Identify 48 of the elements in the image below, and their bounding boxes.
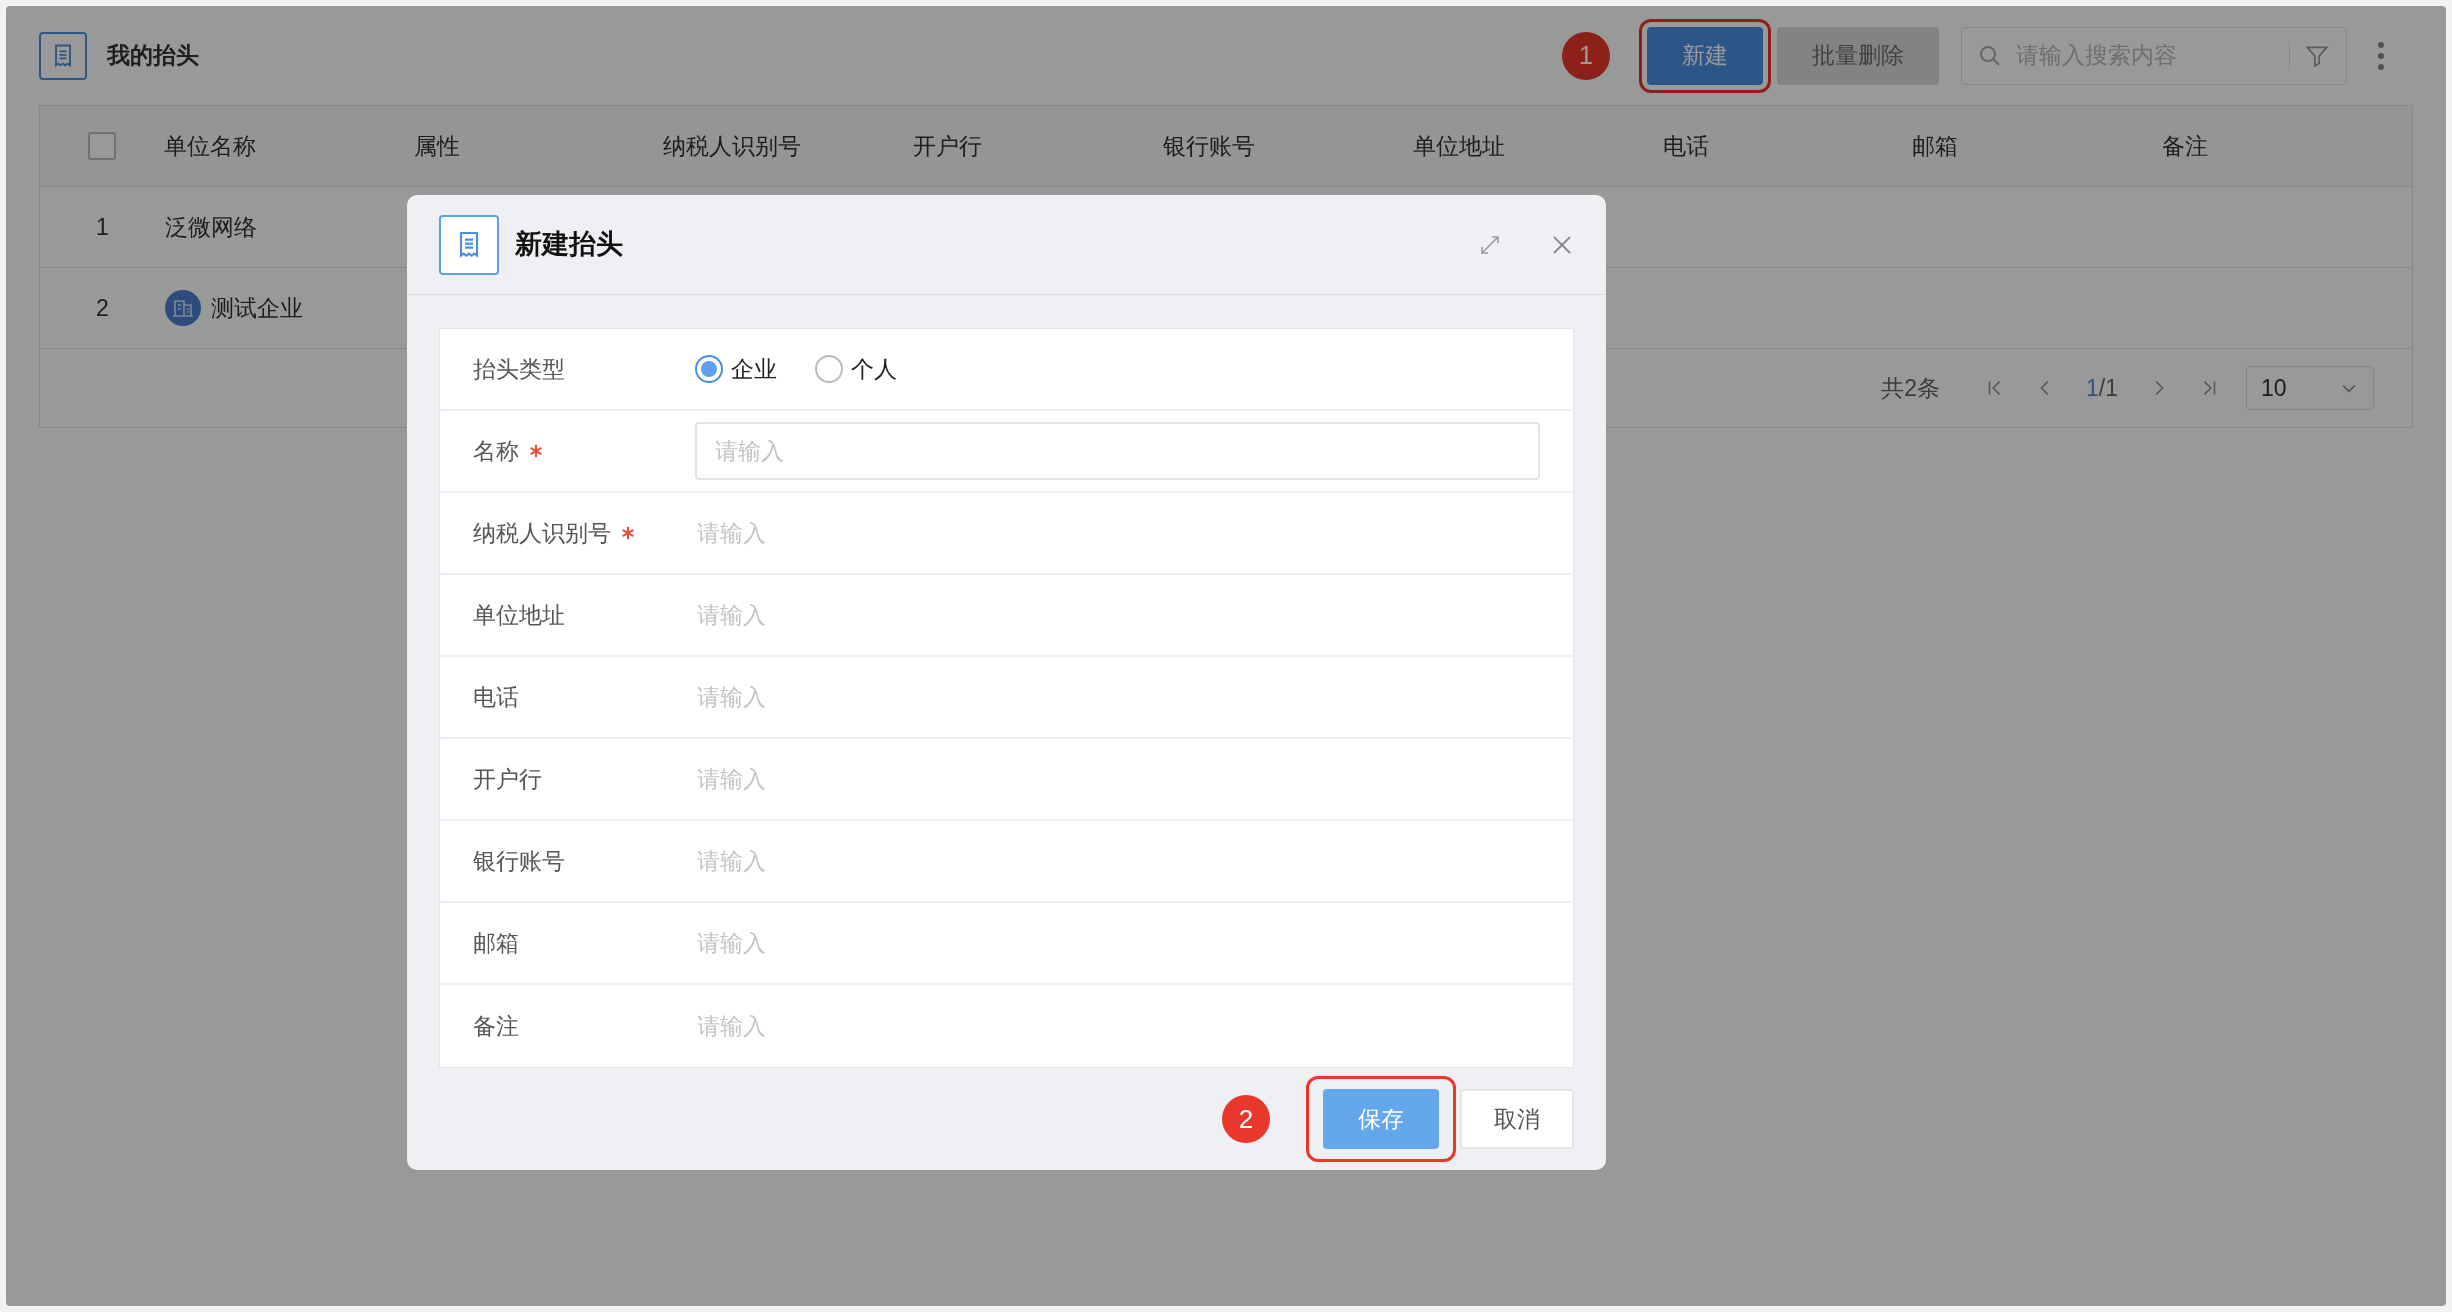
field-label: 抬头类型: [473, 354, 565, 384]
column-header: 邮箱: [1912, 132, 1959, 159]
input-field[interactable]: 请输入: [695, 586, 1540, 644]
field-label: 银行账号: [473, 846, 565, 876]
field-label: 名称: [473, 436, 519, 466]
column-header: 属性: [413, 132, 460, 159]
input-field[interactable]: 请输入: [695, 997, 1540, 1055]
input-field[interactable]: 请输入: [695, 668, 1540, 726]
search-icon: [1978, 43, 2002, 68]
required-icon: [527, 442, 545, 460]
input-field[interactable]: 请输入: [695, 750, 1540, 808]
column-header: 纳税人识别号: [663, 132, 802, 159]
required-icon: [619, 524, 637, 542]
dialog-title: 新建抬头: [515, 228, 623, 262]
input-field[interactable]: 请输入: [695, 832, 1540, 890]
column-header: 单位地址: [1412, 132, 1505, 159]
page-indicator: 1/1: [2086, 373, 2118, 403]
table-cell-text: 泛微网络: [165, 212, 257, 242]
radio-option[interactable]: 企业: [695, 351, 777, 387]
column-header: 开户行: [913, 132, 983, 159]
total-count: 共2条: [1881, 373, 1940, 403]
page-title: 我的抬头: [107, 41, 199, 71]
receipt-icon: [439, 214, 499, 275]
field-label: 电话: [473, 682, 519, 712]
table-cell-text: 测试企业: [211, 293, 303, 323]
receipt-icon: [39, 31, 87, 80]
checkbox[interactable]: [87, 132, 116, 160]
step-marker: 1: [1562, 31, 1610, 80]
row-number: 1: [96, 212, 109, 242]
field-label: 单位地址: [473, 600, 565, 630]
field-label: 备注: [473, 1011, 519, 1041]
row-number: 2: [96, 293, 109, 323]
column-header: 电话: [1662, 132, 1709, 159]
field-label: 开户行: [473, 764, 542, 794]
input-field[interactable]: 请输入: [695, 422, 1540, 480]
input-field[interactable]: 请输入: [695, 504, 1540, 562]
field-label: 邮箱: [473, 928, 519, 958]
page-size-select[interactable]: 10: [2246, 366, 2374, 410]
building-icon: [165, 290, 201, 326]
radio-option[interactable]: 个人: [815, 351, 897, 387]
more-icon[interactable]: [2377, 39, 2385, 72]
cancel-button[interactable]: 取消: [1460, 1089, 1574, 1149]
field-label: 纳税人识别号: [473, 518, 611, 548]
step-marker: 2: [1222, 1095, 1270, 1143]
column-header: 单位名称: [163, 132, 256, 159]
column-header: 备注: [2162, 132, 2209, 159]
column-header: 银行账号: [1163, 132, 1256, 159]
input-field[interactable]: 请输入: [695, 914, 1540, 972]
